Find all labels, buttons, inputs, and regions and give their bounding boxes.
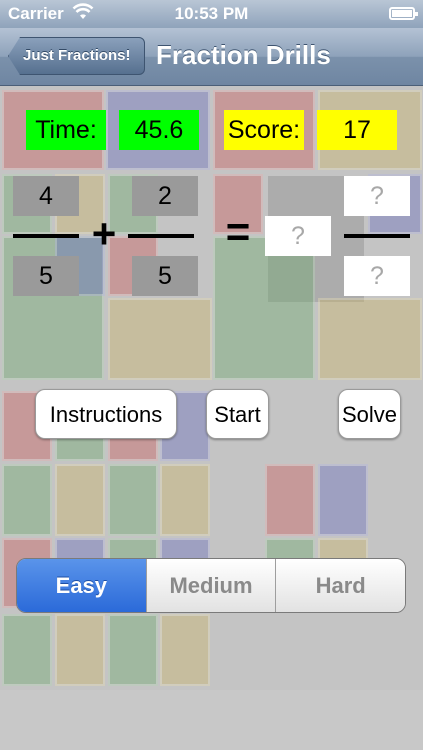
answer-denominator-input[interactable]: ? xyxy=(344,256,410,296)
fraction-b-bar xyxy=(128,234,194,238)
navigation-bar: Just Fractions! Fraction Drills xyxy=(0,28,423,86)
background-tile xyxy=(2,614,52,686)
status-bar: Carrier 10:53 PM xyxy=(0,0,423,28)
fraction-a-numerator: 4 xyxy=(13,176,79,216)
background-tile xyxy=(108,614,158,686)
battery-icon xyxy=(389,7,418,20)
background-tile xyxy=(160,614,210,686)
fraction-b-denominator: 5 xyxy=(132,256,198,296)
background-tile xyxy=(2,464,52,536)
time-value: 45.6 xyxy=(119,110,199,150)
background-tile xyxy=(108,298,212,380)
background-tile xyxy=(213,236,315,380)
equals-sign: = xyxy=(225,208,251,255)
fraction-a-denominator: 5 xyxy=(13,256,79,296)
background-tile xyxy=(55,464,105,536)
background-tile xyxy=(318,298,422,380)
solve-button[interactable]: Solve xyxy=(338,389,401,439)
background-tile xyxy=(108,464,158,536)
score-value: 17 xyxy=(317,110,397,150)
page-title: Fraction Drills xyxy=(156,40,331,70)
time-label: Time: xyxy=(26,110,106,150)
background-tile xyxy=(265,464,315,536)
difficulty-medium[interactable]: Medium xyxy=(146,559,277,612)
score-label: Score: xyxy=(224,110,304,150)
answer-numerator-input[interactable]: ? xyxy=(344,176,410,216)
background-tile xyxy=(318,464,368,536)
background-tile xyxy=(160,464,210,536)
fraction-b-numerator: 2 xyxy=(132,176,198,216)
difficulty-selector: Easy Medium Hard xyxy=(16,558,406,613)
background-tile xyxy=(55,614,105,686)
difficulty-hard[interactable]: Hard xyxy=(276,559,405,612)
instructions-button[interactable]: Instructions xyxy=(35,389,177,439)
fraction-a-bar xyxy=(13,234,79,238)
answer-fraction-bar xyxy=(344,234,410,238)
difficulty-easy[interactable]: Easy xyxy=(17,559,147,612)
back-button[interactable]: Just Fractions! xyxy=(8,37,145,75)
start-button[interactable]: Start xyxy=(206,389,269,439)
clock: 10:53 PM xyxy=(174,4,249,23)
plus-operator: + xyxy=(91,210,117,257)
answer-whole-input[interactable]: ? xyxy=(265,216,331,256)
bottom-strip xyxy=(0,690,423,750)
